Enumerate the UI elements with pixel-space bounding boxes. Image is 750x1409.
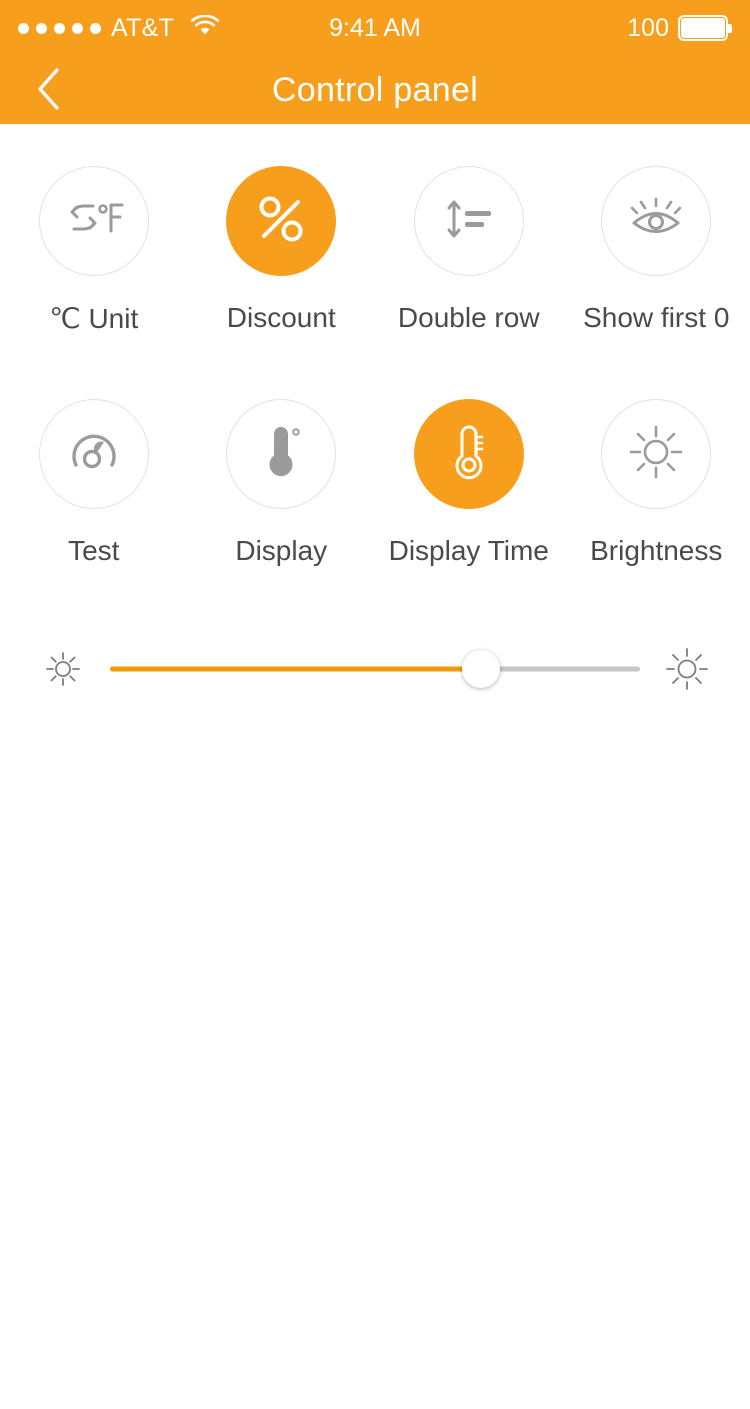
toggle-label: ℃ Unit xyxy=(49,303,139,334)
toggle-circle xyxy=(38,399,149,509)
toggle-label: Double row xyxy=(397,302,540,333)
app-screen: AT&T 9:41 AM 100 Control panel ℃ Unit Di… xyxy=(0,0,750,1409)
toggle-test[interactable]: Test xyxy=(0,399,188,567)
gauge-icon xyxy=(65,423,123,486)
toggle-brightness[interactable]: Brightness xyxy=(563,399,750,567)
toggle-label: Show first 0 xyxy=(583,302,730,333)
status-bar-left: AT&T xyxy=(18,13,220,42)
toggle-label: Test xyxy=(68,535,120,566)
page-title: Control panel xyxy=(271,70,479,109)
sun-icon xyxy=(627,423,685,486)
eye-icon xyxy=(625,196,687,247)
sun-small-icon xyxy=(40,649,86,689)
toggle-label: Display xyxy=(235,535,328,566)
toggle-grid-row-1: ℃ Unit Discount Double row Show first 0 xyxy=(0,124,750,335)
brightness-slider-row xyxy=(0,629,750,709)
toggle-circle xyxy=(38,166,149,276)
thermometer-icon xyxy=(258,422,304,487)
toggle-circle xyxy=(601,166,712,276)
toggle-circle xyxy=(601,399,712,509)
toggle-celsius-unit[interactable]: ℃ Unit xyxy=(0,166,188,335)
toggle-display[interactable]: Display xyxy=(188,399,376,567)
brightness-slider[interactable] xyxy=(110,639,640,699)
clock-label: 9:41 AM xyxy=(329,13,421,42)
battery-percent-label: 100 xyxy=(627,13,669,42)
toggle-double-row[interactable]: Double row xyxy=(375,166,563,335)
percent-icon xyxy=(254,192,308,251)
status-bar-right: 100 xyxy=(627,15,732,41)
thermometer-outline-icon xyxy=(446,421,492,488)
status-bar: AT&T 9:41 AM 100 xyxy=(0,0,750,56)
toggle-discount[interactable]: Discount xyxy=(188,166,376,335)
toggle-circle xyxy=(413,166,524,276)
slider-thumb[interactable] xyxy=(462,650,500,688)
toggle-circle xyxy=(413,399,524,509)
sun-large-icon xyxy=(664,646,710,692)
toggle-label: Display Time xyxy=(388,535,549,566)
battery-full-icon xyxy=(678,15,732,41)
chevron-left-icon xyxy=(35,65,63,116)
toggle-circle xyxy=(226,166,337,276)
double-row-icon xyxy=(441,196,497,247)
slider-track-fill xyxy=(110,666,481,672)
toggle-grid-row-2: Test Display Display Time Brightness xyxy=(0,357,750,567)
signal-strength-icon xyxy=(18,22,101,34)
celsius-fahrenheit-swap-icon xyxy=(63,197,125,246)
toggle-show-first-zero[interactable]: Show first 0 xyxy=(563,166,750,335)
carrier-label: AT&T xyxy=(111,13,175,42)
toggle-label: Brightness xyxy=(590,535,723,566)
toggle-label: Discount xyxy=(226,302,336,333)
toggle-circle xyxy=(226,399,337,509)
toggle-display-time[interactable]: Display Time xyxy=(375,399,563,567)
wifi-icon xyxy=(190,14,220,42)
back-button[interactable] xyxy=(10,56,88,124)
nav-bar: Control panel xyxy=(0,56,750,124)
